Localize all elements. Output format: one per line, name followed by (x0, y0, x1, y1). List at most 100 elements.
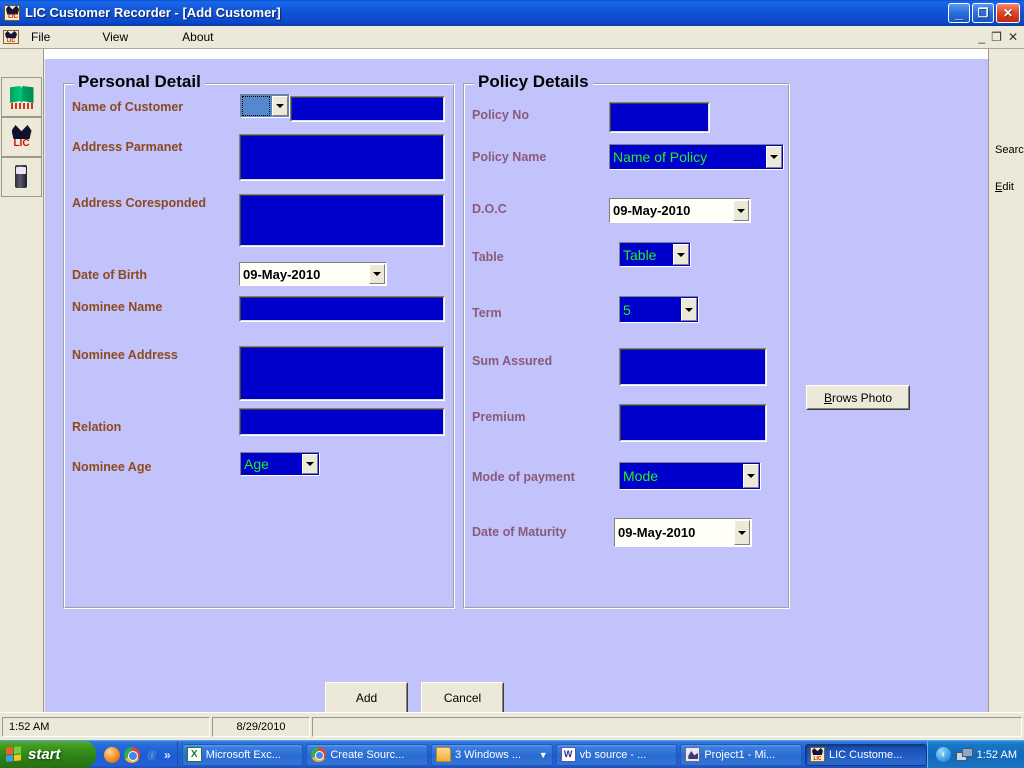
input-inner-border (610, 103, 709, 132)
system-tray: ‹ 1:52 AM (926, 741, 1024, 768)
label-relation: Relation (72, 420, 122, 434)
restore-button[interactable]: ❐ (972, 2, 994, 23)
chevron-down-icon[interactable] (743, 464, 759, 488)
task-label: Project1 - Mi... (704, 748, 776, 761)
lic-logo-icon (8, 123, 36, 151)
nominee-address-input[interactable] (239, 346, 445, 401)
relation-input[interactable] (239, 408, 445, 436)
close-icon: ✕ (1002, 5, 1014, 20)
taskbar: start e » Microsoft Exc... Create Sourc.… (0, 740, 1024, 768)
quicklaunch-overflow-icon[interactable]: » (164, 748, 171, 762)
chevron-down-icon[interactable] (734, 520, 750, 545)
mdi-child-icon[interactable] (3, 30, 19, 44)
task-button-create-source[interactable]: Create Sourc... (306, 743, 428, 766)
label-doc: D.O.C (472, 202, 507, 216)
internet-explorer-icon[interactable]: e (144, 747, 160, 763)
mdi-client-area: Search Edit Personal Detail Name of Cust… (0, 48, 1024, 714)
mode-of-payment-value: Mode (623, 468, 659, 484)
term-combo[interactable]: 5 (619, 296, 699, 323)
chevron-down-icon[interactable] (681, 298, 697, 321)
status-extra-cell (312, 716, 1022, 737)
address-parmanet-input[interactable] (239, 134, 445, 181)
chevron-down-icon[interactable] (369, 264, 385, 284)
minimize-button[interactable]: _ (948, 2, 970, 23)
mode-of-payment-combo[interactable]: Mode (619, 462, 761, 490)
name-prefix-combo[interactable] (240, 94, 290, 118)
label-table: Table (472, 250, 504, 264)
task-button-project1[interactable]: Project1 - Mi... (680, 743, 802, 766)
chrome-icon[interactable] (124, 746, 140, 763)
label-address-coresponded: Address Coresponded (72, 196, 207, 210)
sidebar-button-device[interactable] (1, 157, 42, 197)
task-button-lic-customer[interactable]: LIC Custome... (804, 743, 927, 766)
sidebar-button-lic[interactable] (1, 117, 42, 157)
task-button-excel[interactable]: Microsoft Exc... (181, 743, 304, 766)
date-of-maturity-picker[interactable]: 09-May-2010 (614, 518, 752, 547)
input-inner-border (620, 405, 766, 441)
mdi-close-icon[interactable]: ✕ (1008, 31, 1018, 43)
close-button[interactable]: ✕ (996, 2, 1020, 23)
excel-icon (186, 747, 202, 762)
chevron-down-icon[interactable]: ▼ (539, 750, 548, 760)
device-icon (11, 164, 33, 190)
label-date-of-birth: Date of Birth (72, 268, 147, 282)
media-player-icon[interactable] (104, 746, 120, 763)
start-button-label: start (28, 746, 61, 763)
restore-icon: ❐ (977, 5, 989, 20)
chevron-down-icon[interactable] (302, 454, 318, 474)
date-of-birth-picker[interactable]: 09-May-2010 (239, 262, 387, 286)
sum-assured-input[interactable] (619, 348, 767, 386)
label-address-parmanet: Address Parmanet (72, 140, 183, 154)
network-icon[interactable] (955, 747, 973, 762)
label-policy-name: Policy Name (472, 150, 547, 164)
label-term: Term (472, 306, 502, 320)
quick-launch-bar: e » (96, 741, 178, 768)
brows-photo-button[interactable]: Brows Photo (806, 385, 910, 410)
task-button-vb-source[interactable]: vb source - ... (555, 743, 678, 766)
tray-expand-icon[interactable]: ‹ (935, 747, 951, 762)
date-of-birth-value: 09-May-2010 (243, 266, 321, 282)
task-label: Create Sourc... (330, 748, 405, 761)
task-button-windows-group[interactable]: 3 Windows ... ▼ (431, 743, 553, 766)
doc-date-picker[interactable]: 09-May-2010 (609, 198, 751, 223)
mdi-restore-icon[interactable]: ❐ (991, 31, 1002, 43)
cancel-button-label: Cancel (443, 691, 482, 705)
policy-no-input[interactable] (609, 102, 710, 133)
menu-item-about[interactable]: About (176, 28, 219, 46)
add-button[interactable]: Add (325, 682, 408, 714)
minimize-icon: _ (955, 4, 963, 21)
policy-name-combo[interactable]: Name of Policy (609, 144, 784, 170)
edit-link-text: dit (1002, 181, 1014, 193)
label-nominee-name: Nominee Name (72, 300, 163, 314)
search-link[interactable]: Search (995, 144, 1024, 156)
input-inner-border (240, 347, 444, 400)
input-inner-border (240, 195, 444, 246)
chevron-down-icon[interactable] (673, 244, 689, 265)
personal-detail-title: Personal Detail (74, 72, 205, 92)
chevron-down-icon[interactable] (733, 200, 749, 221)
task-label: 3 Windows ... (455, 748, 522, 761)
left-toolbar (0, 49, 44, 713)
chevron-down-icon[interactable] (272, 96, 288, 116)
menu-item-file[interactable]: File (25, 28, 56, 46)
address-coresponded-input[interactable] (239, 194, 445, 247)
vb-project-icon (685, 747, 701, 762)
tray-clock[interactable]: 1:52 AM (977, 749, 1017, 761)
edit-link[interactable]: Edit (995, 181, 1014, 193)
sidebar-button-book[interactable] (1, 77, 42, 117)
chevron-down-icon[interactable] (766, 146, 782, 168)
start-button[interactable]: start (0, 741, 96, 768)
cancel-button[interactable]: Cancel (421, 682, 504, 714)
premium-input[interactable] (619, 404, 767, 442)
table-combo[interactable]: Table (619, 242, 691, 267)
task-button-list: Microsoft Exc... Create Sourc... 3 Windo… (178, 741, 927, 768)
nominee-age-combo[interactable]: Age (240, 452, 320, 476)
name-of-customer-input[interactable] (290, 96, 445, 122)
nominee-name-input[interactable] (239, 296, 445, 322)
mdi-minimize-icon[interactable]: _ (978, 31, 985, 43)
nominee-age-value: Age (244, 456, 269, 472)
word-icon (560, 747, 576, 762)
label-mode-of-payment: Mode of payment (472, 470, 575, 484)
menu-item-view[interactable]: View (96, 28, 134, 46)
add-button-label: Add (355, 691, 378, 705)
